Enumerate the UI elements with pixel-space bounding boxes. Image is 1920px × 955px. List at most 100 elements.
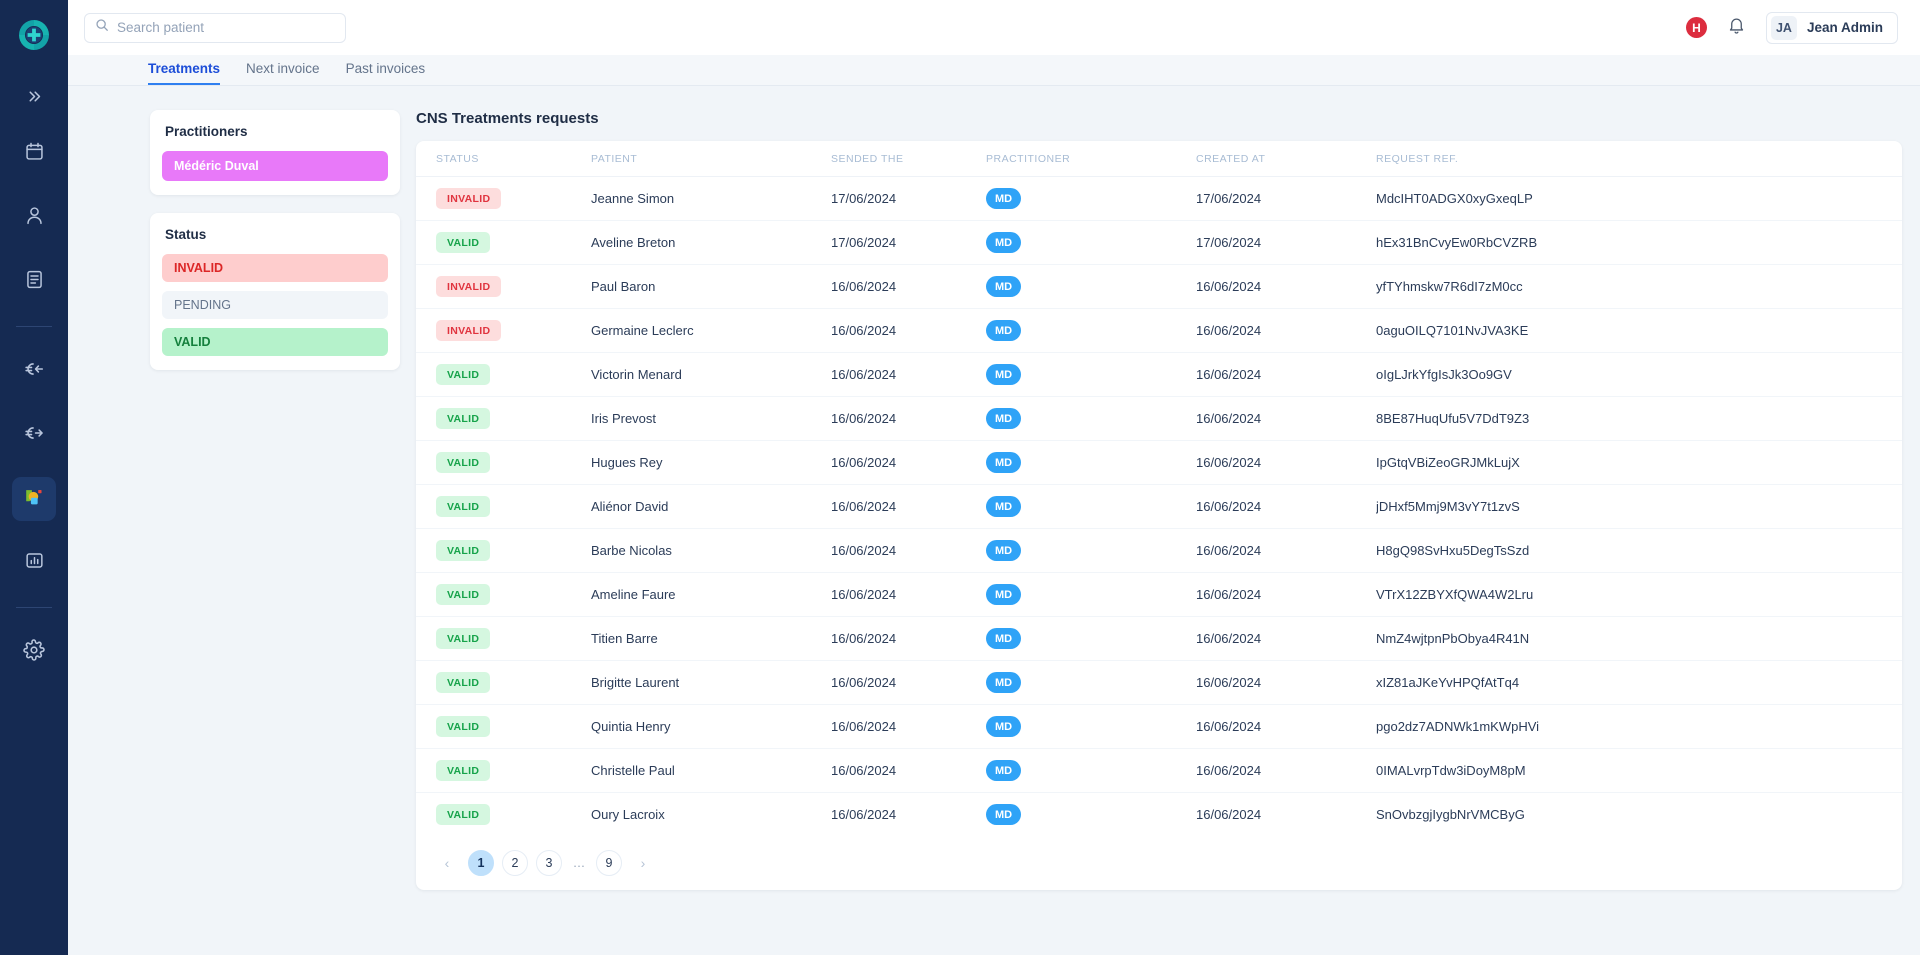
practitioner-badge: MD [986, 188, 1022, 209]
treatments-panel: CNS Treatments requests STATUS PATIENT S… [416, 110, 1902, 955]
cell-practitioner: MD [986, 793, 1196, 837]
cell-practitioner: MD [986, 616, 1196, 661]
cell-status: INVALID [416, 264, 591, 309]
status-filter-pending[interactable]: PENDING [162, 291, 388, 319]
cell-created-at: 16/06/2024 [1196, 748, 1376, 793]
pagination-ellipsis: … [572, 856, 586, 870]
app-logo[interactable] [17, 0, 51, 70]
cell-patient: Jeanne Simon [591, 176, 831, 221]
cell-created-at: 16/06/2024 [1196, 308, 1376, 353]
tab-bar: Treatments Next invoice Past invoices [68, 55, 1920, 86]
table-row[interactable]: VALID Titien Barre 16/06/2024 MD 16/06/2024 N… [416, 616, 1902, 661]
tab-past-invoices[interactable]: Past invoices [346, 55, 426, 85]
practitioner-badge: MD [986, 804, 1022, 825]
sidebar-item-outcome[interactable] [12, 413, 56, 457]
status-filter-invalid[interactable]: INVALID [162, 254, 388, 282]
status-badge: VALID [436, 716, 491, 737]
table-row[interactable]: VALID Hugues Rey 16/06/2024 MD 16/06/2024 IpG… [416, 440, 1902, 485]
treatments-table-card: STATUS PATIENT SENDED THE PRACTITIONER C… [416, 141, 1902, 890]
cell-status: VALID [416, 616, 591, 661]
practitioner-badge: MD [986, 232, 1022, 253]
table-row[interactable]: VALID Quintia Henry 16/06/2024 MD 16/06/2024… [416, 704, 1902, 749]
cell-practitioner: MD [986, 308, 1196, 353]
practitioner-badge: MD [986, 540, 1022, 561]
calendar-icon [24, 141, 45, 167]
cell-request-ref: 0aguOILQ7101NvJVA3KE [1376, 308, 1902, 353]
practitioner-badge: MD [986, 496, 1022, 517]
cell-status: VALID [416, 440, 591, 485]
table-row[interactable]: INVALID Paul Baron 16/06/2024 MD 16/06/2024 y… [416, 264, 1902, 309]
practitioner-badge: MD [986, 760, 1022, 781]
table-row[interactable]: VALID Aliénor David 16/06/2024 MD 16/06/2024… [416, 484, 1902, 529]
cell-sended-the: 16/06/2024 [831, 748, 986, 793]
sidebar-item-cns[interactable] [12, 477, 56, 521]
table-row[interactable]: VALID Ameline Faure 16/06/2024 MD 16/06/2024… [416, 572, 1902, 617]
cns-app-icon [23, 486, 45, 513]
sidebar-item-statistics[interactable] [12, 541, 56, 585]
cell-patient: Barbe Nicolas [591, 528, 831, 573]
avatar: JA [1770, 15, 1797, 40]
pagination-prev[interactable]: ‹ [434, 850, 460, 876]
practitioner-filter-chip[interactable]: Médéric Duval [162, 151, 388, 181]
sidebar-item-income[interactable] [12, 349, 56, 393]
cell-request-ref: NmZ4wjtpnPbObya4R41N [1376, 616, 1902, 661]
pagination-next[interactable]: › [630, 850, 656, 876]
cell-request-ref: SnOvbzgjIygbNrVMCByG [1376, 807, 1525, 822]
table-row[interactable]: INVALID Germaine Leclerc 16/06/2024 MD 16/06… [416, 308, 1902, 353]
status-badge: VALID [436, 364, 491, 385]
sidebar-collapse-toggle[interactable] [0, 70, 68, 122]
cell-practitioner: MD [986, 396, 1196, 441]
sidebar-item-documents[interactable] [12, 260, 56, 304]
status-badge: VALID [436, 672, 491, 693]
cell-created-at: 16/06/2024 [1196, 528, 1376, 573]
cell-request-ref: H8gQ98SvHxu5DegTsSzd [1376, 528, 1902, 573]
cell-sended-the: 17/06/2024 [831, 176, 986, 221]
gear-icon [23, 638, 45, 666]
table-row[interactable]: VALID Victorin Menard 16/06/2024 MD 16/06/20… [416, 352, 1902, 397]
cell-sended-the: 17/06/2024 [831, 220, 986, 265]
pagination-page-3[interactable]: 3 [536, 850, 562, 876]
status-filter-valid[interactable]: VALID [162, 328, 388, 356]
search-input[interactable] [117, 20, 335, 35]
tab-treatments[interactable]: Treatments [148, 55, 221, 85]
cell-status: VALID [416, 396, 591, 441]
table-row[interactable]: VALID Barbe Nicolas 16/06/2024 MD 16/06/2024… [416, 528, 1902, 573]
status-badge: VALID [436, 452, 491, 473]
pagination-page-2[interactable]: 2 [502, 850, 528, 876]
notifications-button[interactable] [1727, 16, 1746, 40]
sidebar-item-patients[interactable] [12, 196, 56, 240]
status-filter-card: Status INVALID PENDING VALID [150, 213, 400, 370]
cell-status: VALID [416, 352, 591, 397]
tab-next-invoice[interactable]: Next invoice [246, 55, 320, 85]
table-row[interactable]: VALID Brigitte Laurent 16/06/2024 MD 16/06/2… [416, 660, 1902, 705]
table-row[interactable]: VALID Oury Lacroix 16/06/2024 MD 16/06/2024 S… [416, 793, 1902, 837]
main-area: H JA Jean Admin Treatments Next invo [68, 0, 1920, 955]
practitioner-badge: MD [986, 716, 1022, 737]
table-row[interactable]: VALID Aveline Breton 17/06/2024 MD 17/06/202… [416, 220, 1902, 265]
cell-created-at: 16/06/2024 [1196, 807, 1262, 822]
user-name: Jean Admin [1806, 20, 1883, 35]
table-row[interactable]: INVALID Jeanne Simon 17/06/2024 MD 17/06/202… [416, 176, 1902, 221]
status-badge: INVALID [436, 276, 502, 297]
cell-patient: Victorin Menard [591, 352, 831, 397]
pagination: ‹ 1 2 3 … 9 › [416, 836, 1902, 890]
pagination-page-9[interactable]: 9 [596, 850, 622, 876]
cell-patient: Paul Baron [591, 264, 831, 309]
cell-sended-the: 16/06/2024 [831, 308, 986, 353]
table-row[interactable]: VALID Christelle Paul 16/06/2024 MD 16/06/20… [416, 748, 1902, 793]
app-root: H JA Jean Admin Treatments Next invo [0, 0, 1920, 955]
cell-request-ref: 0IMALvrpTdw3iDoyM8pM [1376, 748, 1902, 793]
cell-request-ref: xIZ81aJKeYvHPQfAtTq4 [1376, 660, 1902, 705]
pagination-page-1[interactable]: 1 [468, 850, 494, 876]
cell-practitioner: MD [986, 176, 1196, 221]
sidebar-item-settings[interactable] [12, 630, 56, 674]
table-header-row: STATUS PATIENT SENDED THE PRACTITIONER C… [416, 141, 1902, 177]
sidebar-item-calendar[interactable] [12, 132, 56, 176]
user-menu[interactable]: JA Jean Admin [1765, 11, 1898, 44]
cell-created-at: 16/06/2024 [1196, 704, 1376, 749]
practitioner-badge: MD [986, 452, 1022, 473]
status-badge: VALID [436, 408, 491, 429]
help-badge[interactable]: H [1685, 17, 1707, 38]
cell-practitioner: MD [986, 528, 1196, 573]
table-row[interactable]: VALID Iris Prevost 16/06/2024 MD 16/06/2024 8… [416, 396, 1902, 441]
